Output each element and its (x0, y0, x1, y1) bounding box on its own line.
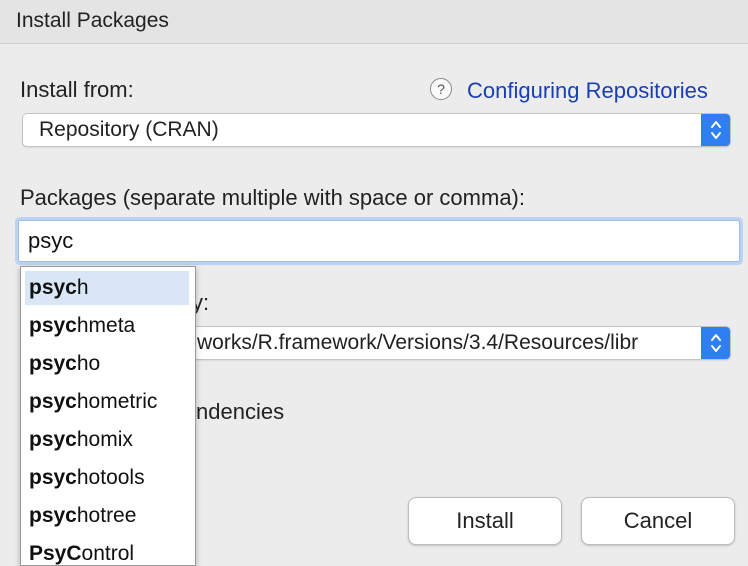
title-bar: Install Packages (0, 0, 748, 44)
install-from-label: Install from: (20, 77, 134, 102)
autocomplete-item[interactable]: psychometric (25, 385, 189, 419)
autocomplete-item[interactable]: psycho (25, 347, 189, 381)
autocomplete-item-match: psyc (29, 390, 77, 413)
autocomplete-item-match: psyc (29, 428, 77, 451)
autocomplete-item-match: psyc (29, 466, 77, 489)
autocomplete-item-match: psyc (29, 352, 77, 375)
autocomplete-item-match: psyc (29, 314, 77, 337)
configuring-repositories-link[interactable]: Configuring Repositories (467, 78, 708, 104)
autocomplete-dropdown: psych psychmeta psycho psychometric psychomi… (20, 266, 196, 566)
autocomplete-item-match: psyc (29, 276, 77, 299)
autocomplete-item-match: PsyC (29, 542, 82, 565)
autocomplete-item-rest: hometric (76, 390, 158, 413)
install-from-select[interactable]: Repository (CRAN) (22, 113, 731, 147)
autocomplete-item[interactable]: psychotree (25, 499, 189, 533)
autocomplete-item-rest: ontrol (81, 542, 135, 565)
autocomplete-item-rest: homix (76, 428, 133, 451)
library-select[interactable]: works/R.framework/Versions/3.4/Resources… (150, 326, 731, 360)
autocomplete-item-rest: hmeta (76, 314, 136, 337)
window-title: Install Packages (16, 9, 169, 32)
autocomplete-item[interactable]: PsyControl (25, 537, 189, 565)
question-icon[interactable]: ? (430, 78, 452, 100)
autocomplete-item-match: psyc (29, 504, 77, 527)
packages-input[interactable]: psyc (18, 220, 740, 262)
library-value: works/R.framework/Versions/3.4/Resources… (197, 331, 639, 354)
autocomplete-item[interactable]: psychomix (25, 423, 189, 457)
packages-input-value: psyc (28, 228, 74, 253)
select-stepper-icon (701, 114, 730, 146)
autocomplete-item-rest: h (76, 276, 89, 299)
install-from-value: Repository (CRAN) (39, 118, 219, 141)
install-dependencies-label[interactable]: ndencies (196, 399, 284, 425)
cancel-button[interactable]: Cancel (581, 497, 735, 545)
select-stepper-icon (701, 327, 730, 359)
autocomplete-item-rest: ho (76, 352, 101, 375)
autocomplete-item-rest: hotools (76, 466, 145, 489)
autocomplete-item[interactable]: psychotools (25, 461, 189, 495)
autocomplete-item-rest: hotree (76, 504, 137, 527)
packages-label: Packages (separate multiple with space o… (20, 185, 525, 210)
install-button[interactable]: Install (408, 497, 562, 545)
autocomplete-item[interactable]: psychmeta (25, 309, 189, 343)
autocomplete-item[interactable]: psych (25, 271, 189, 305)
